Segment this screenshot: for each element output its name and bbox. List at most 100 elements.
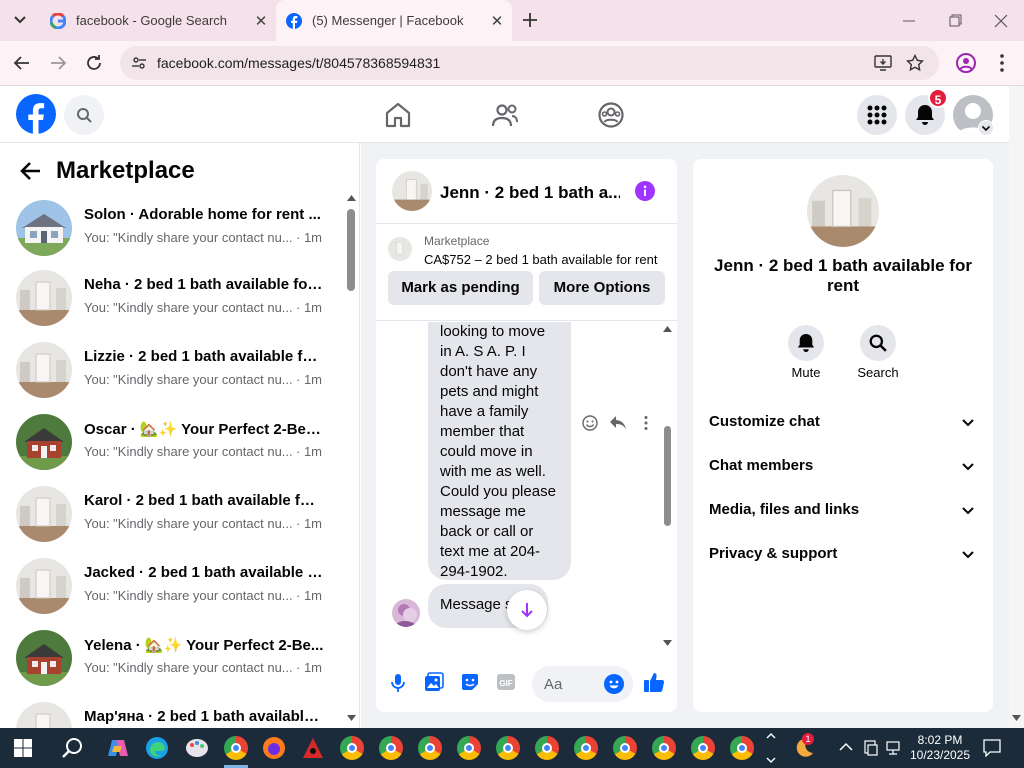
- chat-avatar[interactable]: [392, 171, 432, 211]
- close-tab-icon[interactable]: ✕: [252, 12, 270, 30]
- scroll-to-bottom-button[interactable]: [507, 590, 547, 630]
- chrome-icon: [737, 743, 747, 753]
- chrome-app[interactable]: [418, 736, 442, 760]
- chrome-app[interactable]: [340, 736, 364, 760]
- game-app[interactable]: [301, 736, 325, 760]
- chrome-app[interactable]: [730, 736, 754, 760]
- chrome-app[interactable]: [691, 736, 715, 760]
- groups-nav[interactable]: [597, 101, 625, 129]
- clock[interactable]: 8:02 PM 10/23/2025: [905, 733, 975, 763]
- attach-photo-button[interactable]: [424, 672, 444, 692]
- profile-button[interactable]: [955, 52, 977, 74]
- site-settings-icon[interactable]: [131, 55, 147, 71]
- reload-button[interactable]: [84, 53, 104, 73]
- menu-button[interactable]: [857, 95, 897, 135]
- friends-nav[interactable]: [491, 102, 519, 128]
- close-window-button[interactable]: [992, 12, 1010, 30]
- mute-button[interactable]: [788, 325, 824, 361]
- minimize-button[interactable]: [900, 12, 918, 30]
- sender-avatar[interactable]: [392, 599, 420, 627]
- emoji-icon[interactable]: [604, 674, 624, 694]
- conversation-preview: You: "Kindly share your contact nu...: [84, 660, 293, 675]
- conversation-info-button[interactable]: [635, 181, 655, 201]
- conversation-item[interactable]: Lizzie · 2 bed 1 bath available for... Y…: [0, 342, 345, 414]
- gif-button[interactable]: GIF: [496, 672, 516, 692]
- sticker-button[interactable]: [460, 672, 480, 692]
- chrome-app[interactable]: [496, 736, 520, 760]
- chrome-app[interactable]: [224, 736, 248, 760]
- show-hidden-icons-button[interactable]: [839, 742, 853, 752]
- back-button[interactable]: [12, 53, 32, 73]
- tab-google-search[interactable]: facebook - Google Search ✕: [40, 0, 276, 41]
- message-input[interactable]: Aa: [532, 666, 633, 702]
- chat-title[interactable]: Jenn · 2 bed 1 bath a...: [440, 183, 620, 203]
- firefox-app[interactable]: [262, 736, 286, 760]
- conversation-item[interactable]: Karol · 2 bed 1 bath available for... Yo…: [0, 486, 345, 558]
- search-button[interactable]: [64, 95, 104, 135]
- account-menu-button[interactable]: [978, 120, 994, 136]
- photo-icon: [425, 672, 444, 691]
- media-files-links-section[interactable]: Media, files and links: [709, 501, 977, 529]
- taskbar-search-button[interactable]: [61, 737, 83, 759]
- chrome-app[interactable]: [574, 736, 598, 760]
- close-tab-icon[interactable]: ✕: [488, 12, 506, 30]
- close-icon: [994, 14, 1008, 28]
- edge-app[interactable]: [145, 736, 169, 760]
- page-scrollbar[interactable]: [1009, 86, 1024, 728]
- conversation-item[interactable]: Yelena · 🏡✨ Your Perfect 2-Be... You: "K…: [0, 630, 345, 702]
- mark-as-pending-button[interactable]: Mark as pending: [388, 271, 533, 305]
- send-like-button[interactable]: [643, 671, 665, 693]
- react-button[interactable]: [582, 415, 598, 431]
- chevron-down-icon: [14, 16, 26, 24]
- scroll-up-arrow[interactable]: [663, 326, 672, 332]
- browser-menu-button[interactable]: [994, 52, 1010, 74]
- forward-button[interactable]: [48, 53, 68, 73]
- scrollbar-thumb[interactable]: [347, 209, 355, 291]
- tray-device-icon[interactable]: [864, 740, 878, 756]
- reply-button[interactable]: [609, 415, 627, 431]
- new-tab-button[interactable]: [520, 10, 540, 30]
- restore-button[interactable]: [946, 12, 964, 30]
- address-bar[interactable]: facebook.com/messages/t/804578368594831: [120, 46, 939, 80]
- notification-center-button[interactable]: [983, 739, 1001, 757]
- facebook-logo[interactable]: [16, 94, 56, 134]
- customize-chat-section[interactable]: Customize chat: [709, 413, 977, 441]
- voice-clip-button[interactable]: [390, 673, 406, 693]
- network-icon[interactable]: [886, 740, 900, 756]
- grid-menu-icon: [867, 105, 887, 125]
- message-more-button[interactable]: [638, 415, 654, 431]
- chrome-app[interactable]: [457, 736, 481, 760]
- conversation-item[interactable]: Oscar · 🏡✨ Your Perfect 2-Bed... You: "K…: [0, 414, 345, 486]
- scroll-up-arrow[interactable]: [347, 195, 356, 201]
- tab-title: (5) Messenger | Facebook: [312, 13, 464, 28]
- home-nav[interactable]: [384, 102, 412, 128]
- tab-search-dropdown-button[interactable]: [8, 8, 32, 32]
- install-app-icon[interactable]: [874, 54, 892, 72]
- copilot-app[interactable]: [106, 736, 130, 760]
- conversation-photo[interactable]: [807, 175, 879, 247]
- privacy-support-section[interactable]: Privacy & support: [709, 545, 977, 573]
- minimize-icon: [903, 20, 915, 22]
- chrome-app[interactable]: [379, 736, 403, 760]
- listing-title[interactable]: CA$752 – 2 bed 1 bath available for rent: [424, 252, 657, 267]
- conversation-item[interactable]: Мар'яна · 2 bed 1 bath available...: [0, 702, 345, 728]
- scroll-down-arrow[interactable]: [347, 715, 356, 721]
- conversation-item[interactable]: Solon · Adorable home for rent ... You: …: [0, 200, 345, 272]
- conversation-item[interactable]: Jacked · 2 bed 1 bath available f... You…: [0, 558, 345, 630]
- chrome-app[interactable]: [613, 736, 637, 760]
- scroll-down-arrow[interactable]: [663, 640, 672, 646]
- chrome-app[interactable]: [535, 736, 559, 760]
- scrollbar-thumb[interactable]: [664, 426, 671, 526]
- search-icon: [869, 334, 887, 352]
- search-in-conversation-button[interactable]: [860, 325, 896, 361]
- back-button[interactable]: [20, 161, 42, 181]
- chrome-app[interactable]: [652, 736, 676, 760]
- chat-members-section[interactable]: Chat members: [709, 457, 977, 485]
- more-options-button[interactable]: More Options: [539, 271, 665, 305]
- tab-messenger[interactable]: (5) Messenger | Facebook ✕: [276, 0, 512, 41]
- conversation-item[interactable]: Neha · 2 bed 1 bath available for... You…: [0, 270, 345, 342]
- bookmark-star-icon[interactable]: [906, 54, 924, 72]
- paint-app[interactable]: [185, 736, 209, 760]
- taskbar-overflow-arrows[interactable]: [766, 730, 776, 766]
- start-button[interactable]: [14, 739, 32, 757]
